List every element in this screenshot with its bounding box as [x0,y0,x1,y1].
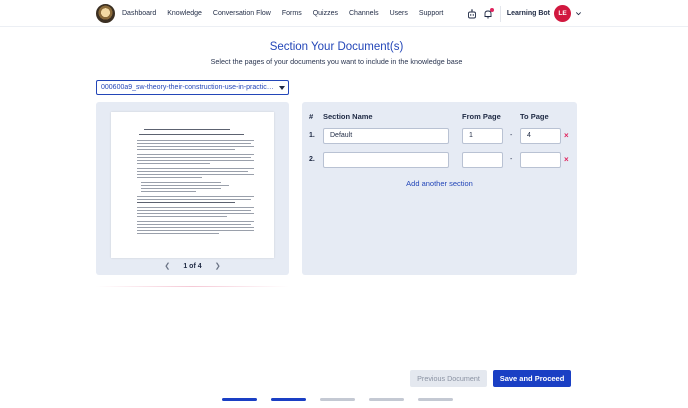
nav-quizzes[interactable]: Quizzes [313,10,338,17]
row-number: 1. [309,132,315,139]
user-name[interactable]: Learning Bot [507,10,550,17]
thumbnail-text-line [137,233,219,234]
robot-icon[interactable] [466,8,478,20]
document-select[interactable]: 000600a9_sw-theory-their-construction-us… [96,80,289,95]
nav-channels[interactable]: Channels [349,10,379,17]
thumbnail-text-line [137,199,251,200]
remove-section-icon[interactable]: × [564,132,569,140]
thumbnail-text-line [137,202,235,203]
thumbnail-text-line [137,149,235,150]
document-preview-panel: ❮ 1 of 4 ❯ [96,102,289,275]
main-nav: Dashboard Knowledge Conversation Flow Fo… [122,0,454,27]
thumbnail-text-line [137,213,254,214]
add-section-link[interactable]: Add another section [302,179,577,188]
thumbnail-text-line [144,129,230,130]
thumbnail-text-line [141,188,221,189]
thumbnail-text-line [137,168,254,169]
bell-icon[interactable] [482,7,494,20]
thumbnail-text-line [137,157,251,158]
previous-document-button[interactable]: Previous Document [410,370,487,387]
thumbnail-text-line [137,177,202,178]
thumbnail-text-line [141,182,221,183]
caret-down-icon[interactable] [279,86,285,90]
remove-section-icon[interactable]: × [564,156,569,164]
thumbnail-text-line [137,216,227,217]
section-name-input[interactable] [323,152,449,168]
document-page-thumbnail[interactable] [111,112,274,258]
thumbnail-text-line [137,221,254,222]
thumbnail-text-line [137,143,251,144]
brand-logo[interactable] [96,4,115,23]
thumbnail-text-line [137,210,251,211]
column-header-to-page: To Page [520,112,549,121]
thumbnail-text-line [137,160,254,161]
chevron-right-icon[interactable]: ❯ [212,262,224,270]
notification-dot [489,7,494,12]
nav-knowledge[interactable]: Knowledge [167,10,202,17]
range-dash: - [510,156,513,163]
nav-support[interactable]: Support [419,10,444,17]
chevron-down-icon[interactable] [574,10,582,18]
thumbnail-text-line [137,227,254,228]
column-header-num: # [309,112,314,121]
thumbnail-text-line [137,207,254,208]
progress-step [222,398,257,401]
nav-forms[interactable]: Forms [282,10,302,17]
to-page-input[interactable] [520,152,561,168]
range-dash: - [510,132,513,139]
page-subtitle: Select the pages of your documents you w… [210,57,463,66]
thumbnail-text-line [137,174,254,175]
nav-users[interactable]: Users [390,10,408,17]
nav-divider [499,5,501,22]
thumbnail-text-line [137,230,254,231]
thumbnail-text-line [139,134,244,135]
sections-panel: # Section Name From Page To Page 1. Defa… [302,102,577,275]
thumbnail-text-line [137,146,254,147]
progress-step [418,398,453,401]
from-page-input[interactable]: 1 [462,128,503,144]
thumbnail-text-line [137,196,254,197]
column-header-section-name: Section Name [323,112,373,121]
row-number: 2. [309,156,315,163]
thumbnail-text-line [141,191,196,192]
nav-conversation-flow[interactable]: Conversation Flow [213,10,271,17]
from-page-input[interactable] [462,152,503,168]
thumbnail-text-line [137,224,251,225]
thumbnail-text-line [137,140,254,141]
progress-step [271,398,306,401]
thumbnail-text-line [137,163,210,164]
chevron-left-icon[interactable]: ❮ [161,262,173,270]
to-page-input[interactable]: 4 [520,128,561,144]
save-and-proceed-button[interactable]: Save and Proceed [493,370,571,387]
nav-dashboard[interactable]: Dashboard [122,10,156,17]
top-navbar: Dashboard Knowledge Conversation Flow Fo… [0,0,688,27]
nav-right-group: Learning Bot LE [462,0,582,27]
thumbnail-text-line [137,154,254,155]
thumbnail-text-line [137,171,248,172]
page-indicator: 1 of 4 [183,262,202,270]
section-name-input[interactable]: Default [323,128,449,144]
decorative-divider [96,286,289,287]
column-header-from-page: From Page [462,112,501,121]
thumbnail-text-line [141,185,229,186]
progress-step [369,398,404,401]
page-title: Section Your Document(s) [269,41,404,53]
page-pager: ❮ 1 of 4 ❯ [96,260,289,272]
progress-step [320,398,355,401]
avatar[interactable]: LE [554,5,571,22]
